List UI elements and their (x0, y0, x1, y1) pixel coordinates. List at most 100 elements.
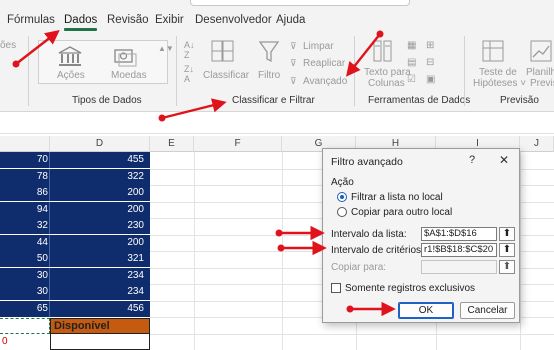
forecast-sheet-icon (530, 40, 552, 62)
disponivel-header-cell[interactable]: Disponível (50, 318, 150, 334)
group-name-previsao: Previsão (500, 95, 539, 106)
gallery-scroll-icon[interactable]: ▲▼ (158, 44, 174, 53)
tab-exibir[interactable]: Exibir (155, 14, 184, 26)
classificar-button[interactable]: Classificar (203, 70, 249, 81)
partial-ribbon-label: ões (0, 40, 17, 51)
search-box[interactable] (190, 0, 410, 6)
cell-c-value[interactable]: 70 (0, 154, 48, 165)
criteria-field[interactable]: r1!$B$18:$C$20 (421, 243, 497, 257)
table-row[interactable]: 32 230 (0, 218, 150, 234)
cell-d-value[interactable]: 230 (52, 220, 144, 231)
cell-c-value[interactable]: 94 (0, 204, 48, 215)
remove-duplicates-icon[interactable]: ▤ (407, 57, 416, 68)
cell-d-value[interactable]: 200 (52, 204, 144, 215)
clear-filter-icon: ⊽ (290, 41, 297, 51)
text-to-columns-icon (373, 40, 392, 62)
cell-c-value[interactable]: 32 (0, 220, 48, 231)
cell-d-value[interactable]: 234 (52, 286, 144, 297)
table-row[interactable]: 86 200 (0, 185, 150, 201)
group-name-classificar-filtrar: Classificar e Filtrar (232, 95, 315, 106)
column-header-j[interactable]: J (520, 136, 554, 152)
moedas-label[interactable]: Moedas (111, 70, 147, 81)
collapse-copy-button[interactable]: ⬆ (499, 260, 515, 274)
table-row[interactable]: 70 455 (0, 152, 150, 168)
data-validation-icon[interactable]: ☑ (407, 74, 416, 85)
copy-to-field[interactable] (421, 260, 497, 274)
texto-para-label[interactable]: Texto para (364, 67, 411, 78)
cell-d-value[interactable]: 200 (52, 187, 144, 198)
cell-c-value[interactable]: 30 (0, 270, 48, 281)
cell-d-value[interactable]: 456 (52, 303, 144, 314)
table-row[interactable]: 44 200 (0, 234, 150, 251)
cell-d-value[interactable]: 455 (52, 154, 144, 165)
sort-za-icon[interactable]: Z↓ A (184, 64, 194, 84)
cell-c-value[interactable]: 78 (0, 171, 48, 182)
column-header-e[interactable]: E (150, 136, 194, 152)
cell-border (49, 218, 50, 234)
column-header-d[interactable]: D (50, 136, 150, 152)
cell-d-value[interactable]: 200 (52, 237, 144, 248)
flash-fill-icon[interactable]: ▦ (407, 40, 416, 51)
tab-dados[interactable]: Dados (64, 14, 98, 31)
table-row[interactable]: 30 234 (0, 267, 150, 284)
collapse-criteria-button[interactable]: ⬆ (499, 243, 515, 257)
close-icon[interactable]: ✕ (499, 153, 509, 167)
filtro-button[interactable]: Filtro (258, 70, 280, 81)
colunas-label[interactable]: Colunas (368, 78, 405, 89)
table-row[interactable]: 50 321 (0, 251, 150, 267)
table-row[interactable]: 94 200 (0, 201, 150, 218)
cell-c-value[interactable]: 86 (0, 187, 48, 198)
interval-list-field[interactable]: $A$1:$D$16 (421, 227, 497, 241)
previsao-short-label[interactable]: Previs (530, 78, 554, 89)
ok-button[interactable]: OK (398, 302, 454, 319)
acoes-label[interactable]: Ações (57, 70, 85, 81)
formula-bar[interactable] (0, 112, 554, 134)
cell-d-value[interactable]: 321 (52, 253, 144, 264)
tab-desenvolvedor[interactable]: Desenvolvedor (195, 14, 272, 26)
avancado-button[interactable]: Avançado (303, 76, 347, 87)
unique-records-label[interactable]: Somente registros exclusivos (345, 283, 475, 294)
cancel-button[interactable]: Cancelar (460, 302, 515, 319)
cell-c-value[interactable]: 44 (0, 237, 48, 248)
copy-to-label: Copiar para: (331, 262, 387, 273)
column-header-c[interactable] (0, 136, 50, 152)
sort-az-icon[interactable]: A↓ Z (184, 40, 195, 60)
advanced-filter-icon: ⊽ (290, 76, 297, 86)
radio-filter-in-place[interactable] (337, 192, 347, 202)
limpar-button[interactable]: Limpar (303, 41, 334, 52)
radio-copy-to[interactable] (337, 207, 347, 217)
help-icon[interactable]: ? (469, 154, 475, 166)
cell-d-value[interactable]: 322 (52, 171, 144, 182)
cell-c-value[interactable]: 30 (0, 286, 48, 297)
option-in-place-label[interactable]: Filtrar a lista no local (351, 192, 443, 203)
what-if-icon (482, 40, 504, 62)
table-row[interactable]: 78 322 (0, 168, 150, 185)
cell-border (49, 234, 50, 251)
selected-cell[interactable] (0, 318, 50, 334)
table-row[interactable]: 30 234 (0, 284, 150, 300)
option-copy-label[interactable]: Copiar para outro local (351, 207, 452, 218)
consolidate-icon[interactable]: ⊞ (426, 40, 434, 51)
planilha-label[interactable]: Planilha (526, 67, 554, 78)
unique-records-checkbox[interactable] (331, 283, 341, 293)
reaplicar-button[interactable]: Reaplicar (303, 58, 345, 69)
tab-ajuda[interactable]: Ajuda (276, 14, 305, 26)
reapply-icon: ⊽ (290, 58, 297, 68)
tab-formulas[interactable]: Fórmulas (7, 14, 55, 26)
relationships-icon[interactable]: ⊟ (426, 57, 434, 68)
advanced-filter-dialog: Filtro avançado ? ✕ Ação Filtrar a lista… (322, 148, 520, 323)
cell-c-value[interactable]: 50 (0, 253, 48, 264)
currency-icon (114, 49, 137, 67)
collapse-list-button[interactable]: ⬆ (499, 227, 515, 241)
dialog-title: Filtro avançado (331, 156, 403, 168)
table-row[interactable]: 65 456 (0, 300, 150, 317)
teste-de-label[interactable]: Teste de (479, 67, 517, 78)
cell-d-value[interactable]: 234 (52, 270, 144, 281)
empty-cell[interactable] (50, 334, 150, 350)
tab-revisao[interactable]: Revisão (107, 14, 149, 26)
bank-icon (58, 46, 82, 66)
hipoteses-label[interactable]: Hipóteses ˅ (473, 78, 526, 89)
data-model-icon[interactable]: ▣ (426, 74, 435, 85)
cell-c-value[interactable]: 65 (0, 303, 48, 314)
column-header-f[interactable]: F (194, 136, 282, 152)
